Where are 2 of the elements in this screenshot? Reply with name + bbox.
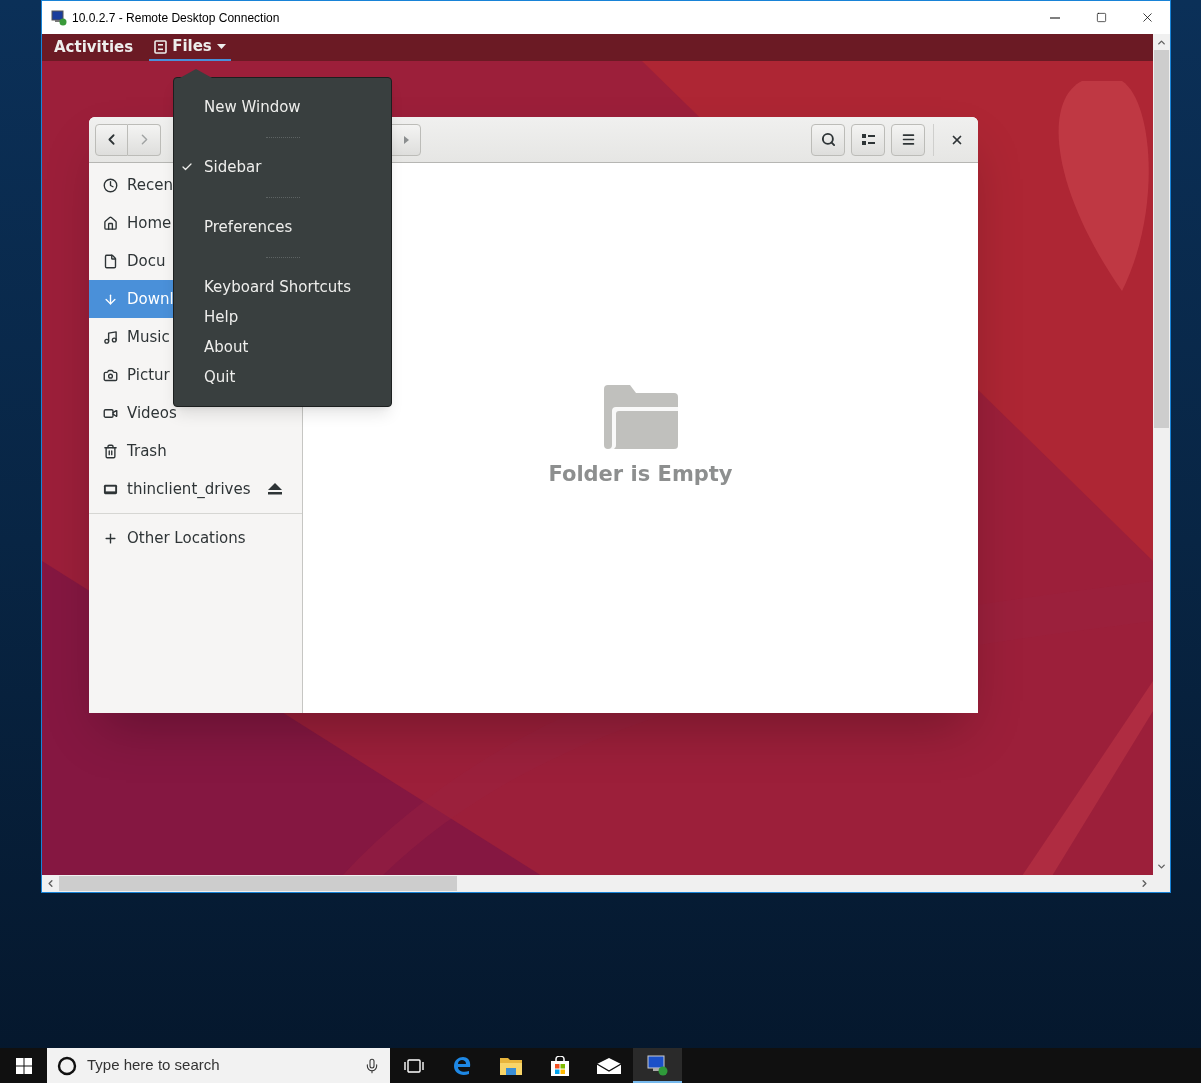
empty-state-text: Folder is Empty	[548, 461, 733, 488]
window-title: 10.0.2.7 - Remote Desktop Connection	[72, 9, 280, 27]
